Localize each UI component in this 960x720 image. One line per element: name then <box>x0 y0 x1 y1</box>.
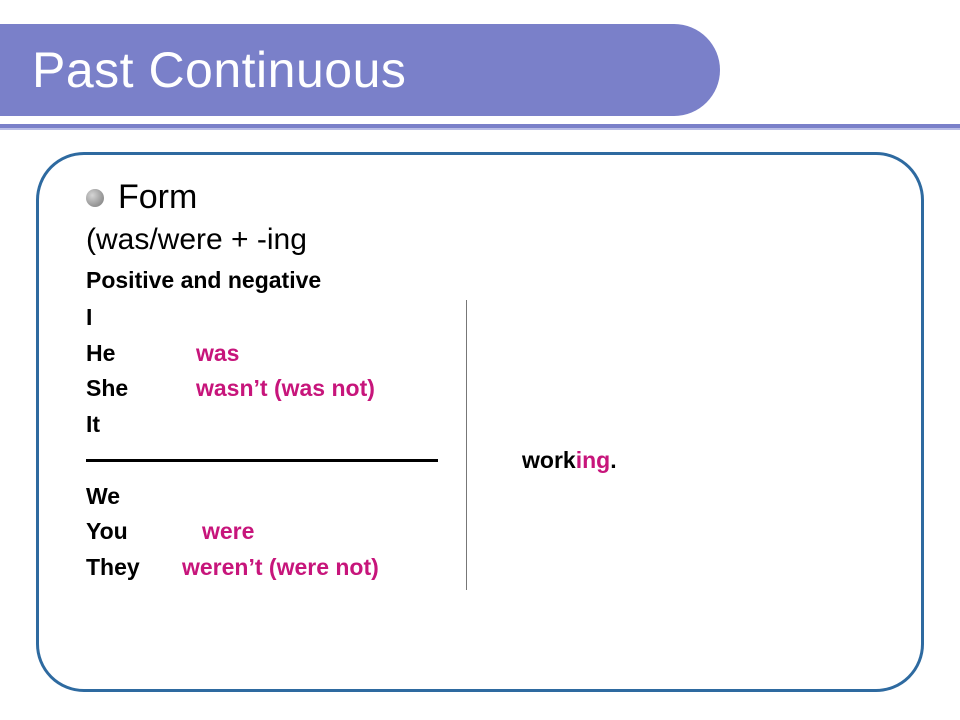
verb-working: working. <box>522 443 617 479</box>
row-working: working. <box>86 443 886 479</box>
aux-were: were <box>202 518 254 544</box>
row-she: Shewasn’t (was not) <box>86 371 886 407</box>
formula-text: (was/were + -ing <box>86 223 886 257</box>
verb-punct: . <box>610 447 616 473</box>
pronoun-it: It <box>86 407 196 443</box>
pronoun-you: You <box>86 514 196 550</box>
pronoun-i: I <box>86 300 196 336</box>
row-we: We <box>86 479 886 515</box>
bullet-icon <box>86 189 104 207</box>
bullet-label: Form <box>118 178 197 217</box>
grammar-table: I Hewas Shewasn’t (was not) It working. … <box>86 300 886 585</box>
row-you: Youwere <box>86 514 886 550</box>
title-banner: Past Continuous <box>0 24 720 116</box>
pronoun-she: She <box>86 371 196 407</box>
row-they: Theyweren’t (were not) <box>86 550 886 586</box>
bullet-row: Form <box>86 178 886 217</box>
pronoun-we: We <box>86 479 196 515</box>
aux-wasnt: wasn’t (was not) <box>196 375 375 401</box>
slide: Past Continuous Form (was/were + -ing Po… <box>0 0 960 720</box>
section-label: Positive and negative <box>86 267 886 294</box>
pronoun-he: He <box>86 336 196 372</box>
aux-werent: weren’t (were not) <box>182 554 379 580</box>
content-body: Form (was/were + -ing Positive and negat… <box>86 178 886 585</box>
blank-underline <box>86 459 438 462</box>
row-it: It <box>86 407 886 443</box>
aux-was: was <box>196 340 239 366</box>
verb-suffix: ing <box>576 447 611 473</box>
slide-title: Past Continuous <box>32 41 406 99</box>
pronoun-they: They <box>86 550 182 586</box>
title-rule-lower <box>0 128 960 130</box>
row-he: Hewas <box>86 336 886 372</box>
row-i: I <box>86 300 886 336</box>
verb-stem: work <box>522 447 576 473</box>
